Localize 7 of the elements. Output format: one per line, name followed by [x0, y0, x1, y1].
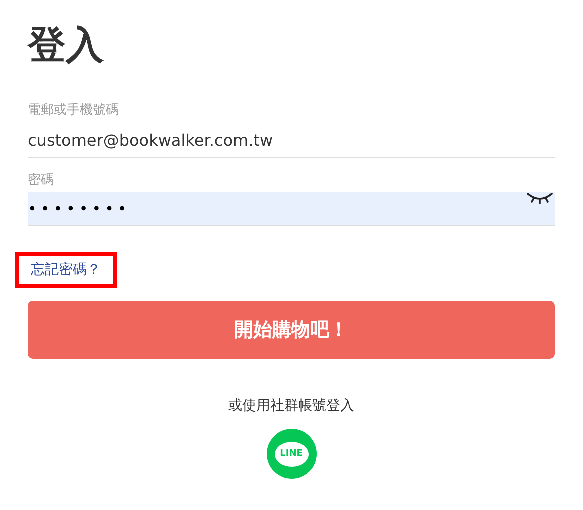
- field-label: 電郵或手機號碼: [28, 102, 119, 120]
- social-login-label: 或使用社群帳號登入: [228, 397, 354, 416]
- forgot-password-link[interactable]: 忘記密碼？: [15, 252, 117, 288]
- password-field[interactable]: ••••••••: [28, 192, 555, 226]
- field-label: 密碼: [28, 172, 54, 190]
- eye-closed-icon[interactable]: [527, 192, 553, 204]
- page-title: 登入: [28, 22, 104, 69]
